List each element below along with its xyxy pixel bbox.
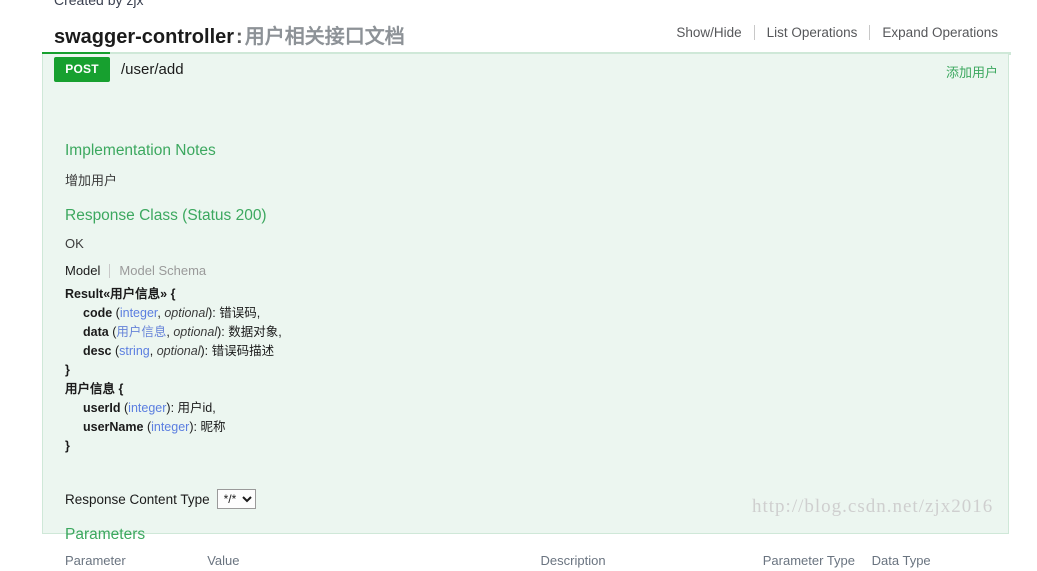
http-method-badge: POST xyxy=(54,57,110,82)
model-field-optional: optional xyxy=(156,344,201,358)
model-signature: Result«用户信息» { code (integer, optional):… xyxy=(65,285,282,456)
implementation-notes-body: 增加用户 xyxy=(65,173,118,188)
model-result-close: } xyxy=(65,363,70,377)
model-field-optional: optional xyxy=(164,306,209,320)
model-field-name: data xyxy=(83,325,109,339)
response-content-type-label: Response Content Type xyxy=(65,491,210,507)
model-field-type: integer xyxy=(128,401,167,415)
model-field-meta: (integer): xyxy=(146,420,197,434)
parameters-table-head: Parameter Value Description Parameter Ty… xyxy=(65,550,1005,571)
column-description: Description xyxy=(540,553,606,568)
model-field-desc: 错误码, xyxy=(219,306,261,320)
column-data-type: Data Type xyxy=(871,553,931,568)
operation-path[interactable]: /user/add xyxy=(121,61,184,78)
model-field-optional: optional xyxy=(173,325,218,339)
response-class-heading: Response Class (Status 200) xyxy=(65,207,267,224)
resource-description: 用户相关接口文档 xyxy=(244,26,405,48)
model-field-desc: 昵称 xyxy=(200,420,226,434)
model-field-name: desc xyxy=(83,344,112,358)
tab-model[interactable]: Model xyxy=(65,263,109,278)
model-field-type: integer xyxy=(151,420,190,434)
model-field-meta: (用户信息, optional): xyxy=(112,325,225,339)
model-field-type: integer xyxy=(119,306,158,320)
tab-model-schema[interactable]: Model Schema xyxy=(110,263,206,278)
model-field-desc: 用户id, xyxy=(177,401,216,415)
operation-post-user-add: POST /user/add 添加用户 Implementation Notes… xyxy=(42,54,1009,568)
model-field-name: userName xyxy=(83,420,144,434)
model-field-type: string xyxy=(119,344,150,358)
model-field-meta: (integer, optional): xyxy=(115,306,216,320)
parameters-table: Parameter Value Description Parameter Ty… xyxy=(65,550,1005,571)
response-content-type-row: Response Content Type */* xyxy=(65,489,256,509)
column-value: Value xyxy=(207,553,240,568)
expand-operations-link[interactable]: Expand Operations xyxy=(870,25,1010,40)
model-field-userid: userId (integer): 用户id, xyxy=(65,399,282,418)
model-field-desc: 错误码描述 xyxy=(211,344,275,358)
model-user-title: 用户信息 { xyxy=(65,382,124,396)
model-field-type[interactable]: 用户信息 xyxy=(116,325,166,339)
model-field-username: userName (integer): 昵称 xyxy=(65,418,282,437)
model-field-meta: (string, optional): xyxy=(114,344,209,358)
model-field-name: userId xyxy=(83,401,121,415)
model-user-close: } xyxy=(65,439,70,453)
model-tabs: Model Model Schema xyxy=(65,263,206,278)
resource-title-separator: : xyxy=(236,26,243,48)
resource-name: swagger-controller xyxy=(54,26,235,48)
column-parameter: Parameter xyxy=(65,553,126,568)
column-parameter-type: Parameter Type xyxy=(762,553,856,568)
resource-header: swagger-controller: 用户相关接口文档 Show/Hide Li… xyxy=(0,20,1037,48)
resource-title[interactable]: swagger-controller: 用户相关接口文档 xyxy=(54,20,405,49)
model-result-title: Result«用户信息» { xyxy=(65,287,176,301)
operation-summary: 添加用户 xyxy=(945,65,998,80)
model-field-name: code xyxy=(83,306,113,320)
show-hide-link[interactable]: Show/Hide xyxy=(664,25,753,40)
resource-options: Show/Hide List Operations Expand Operati… xyxy=(664,25,1010,40)
model-field-code: code (integer, optional): 错误码, xyxy=(65,304,282,323)
model-field-desc-row: desc (string, optional): 错误码描述 xyxy=(65,342,282,361)
model-field-meta: (integer): xyxy=(124,401,175,415)
parameters-header-row: Parameter Value Description Parameter Ty… xyxy=(65,550,1005,571)
response-content-type-select[interactable]: */* xyxy=(216,489,256,509)
created-by-text: Created by zjx xyxy=(54,0,144,8)
operation-header-bar[interactable]: POST /user/add 添加用户 xyxy=(43,54,1008,88)
list-operations-link[interactable]: List Operations xyxy=(755,25,870,40)
response-class-body: OK xyxy=(65,236,84,251)
implementation-notes-heading: Implementation Notes xyxy=(65,142,216,159)
model-field-desc: 数据对象, xyxy=(228,325,282,339)
model-field-data: data (用户信息, optional): 数据对象, xyxy=(65,323,282,342)
